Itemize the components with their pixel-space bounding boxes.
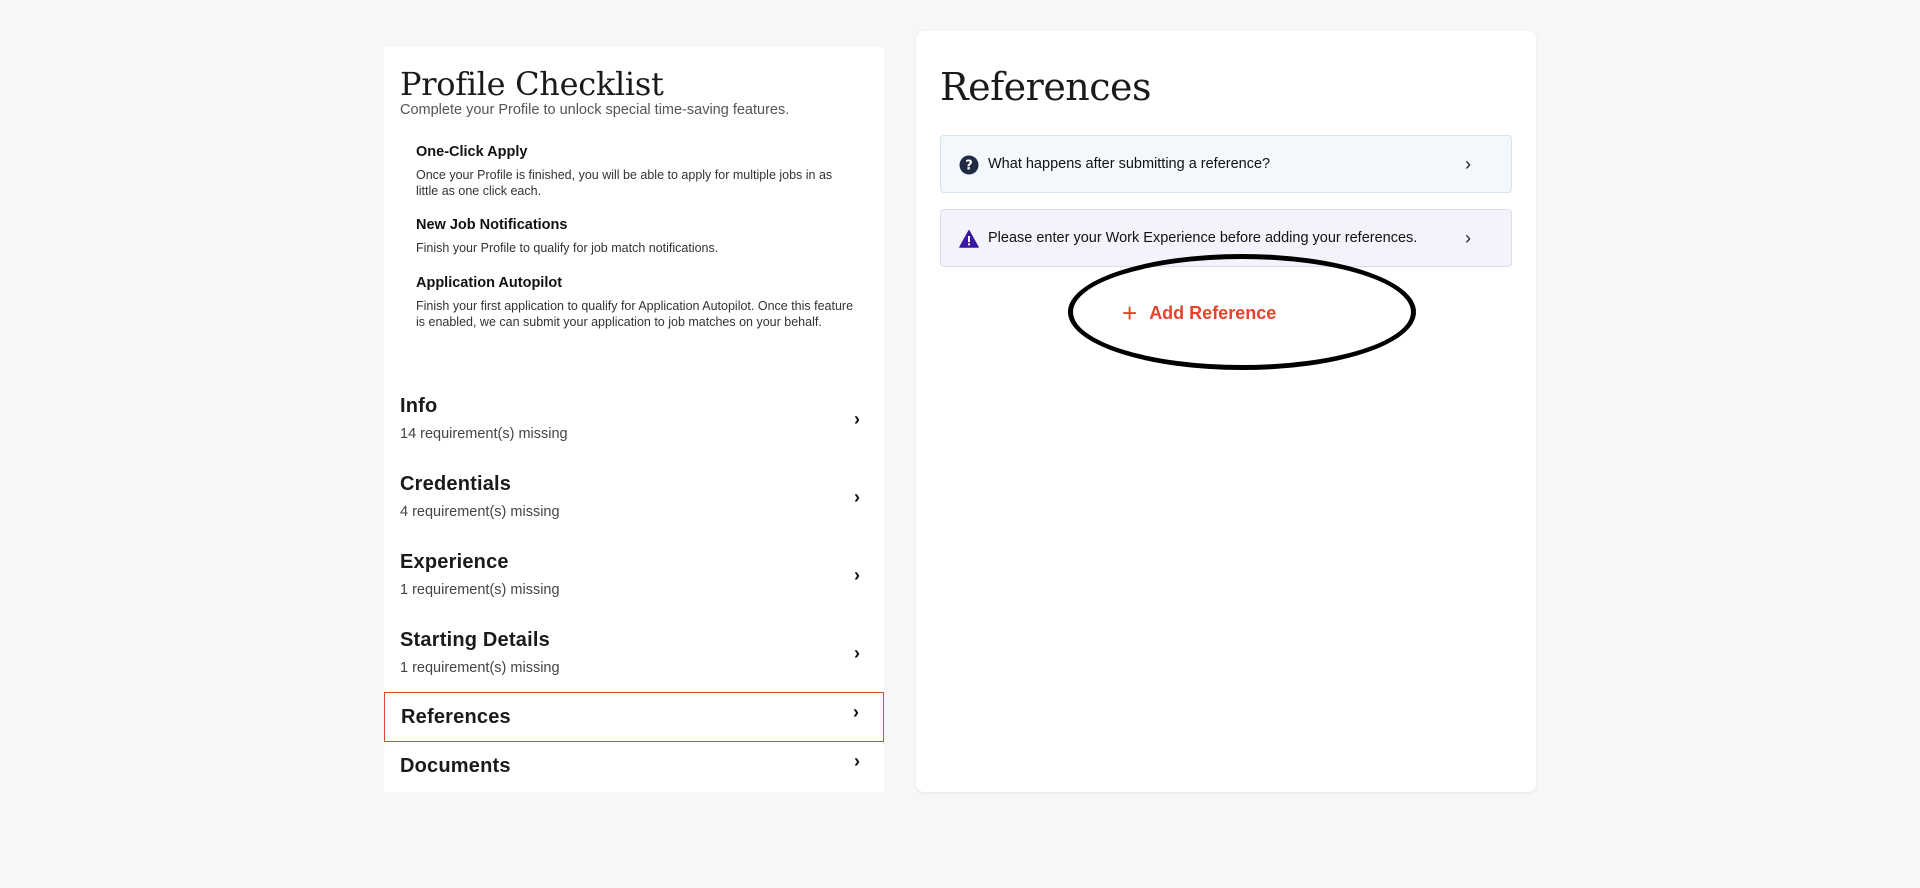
work-experience-warning[interactable]: Please enter your Work Experience before…	[940, 209, 1512, 267]
feature-description: Finish your first application to qualify…	[416, 299, 854, 329]
feature-title: Application Autopilot	[416, 275, 563, 291]
warning-text: Please enter your Work Experience before…	[988, 230, 1418, 246]
question-icon: ?	[959, 155, 979, 175]
section-experience[interactable]: Experience 1 requirement(s) missing ›	[384, 551, 884, 623]
section-status: 14 requirement(s) missing	[400, 426, 568, 442]
feature-description: Once your Profile is finished, you will …	[416, 168, 833, 198]
section-title: Credentials	[400, 473, 512, 495]
page: Profile Checklist Complete your Profile …	[0, 0, 1920, 888]
chevron-right-icon: ›	[1465, 154, 1471, 174]
add-reference-label: Add Reference	[1149, 302, 1277, 323]
chevron-right-icon: ›	[854, 487, 860, 507]
chevron-right-icon: ›	[854, 751, 860, 771]
section-title: Experience	[400, 551, 509, 573]
references-title: References	[940, 65, 1152, 109]
section-starting-details[interactable]: Starting Details 1 requirement(s) missin…	[384, 629, 884, 701]
add-reference-button[interactable]: + Add Reference	[1122, 298, 1322, 328]
feature-one-click-apply: One-Click Apply Once your Profile is fin…	[416, 144, 856, 199]
section-info[interactable]: Info 14 requirement(s) missing ›	[384, 395, 884, 467]
profile-checklist-panel: Profile Checklist Complete your Profile …	[384, 47, 884, 792]
section-references[interactable]: References ›	[384, 692, 884, 742]
feature-application-autopilot: Application Autopilot Finish your first …	[416, 275, 856, 330]
section-title: Starting Details	[400, 629, 550, 651]
section-documents[interactable]: Documents ›	[384, 751, 884, 791]
checklist-subtitle: Complete your Profile to unlock special …	[400, 102, 790, 118]
feature-title: One-Click Apply	[416, 144, 528, 160]
section-title: References	[401, 706, 511, 728]
faq-text: What happens after submitting a referenc…	[988, 156, 1271, 172]
chevron-right-icon: ›	[854, 565, 860, 585]
feature-title: New Job Notifications	[416, 217, 568, 233]
warning-icon	[959, 229, 979, 248]
section-status: 4 requirement(s) missing	[400, 504, 560, 520]
svg-text:?: ?	[965, 159, 973, 174]
chevron-right-icon: ›	[853, 702, 859, 722]
section-title: Info	[400, 395, 438, 417]
chevron-right-icon: ›	[854, 409, 860, 429]
plus-icon: +	[1122, 298, 1138, 328]
chevron-right-icon: ›	[1465, 228, 1471, 248]
faq-accordion[interactable]: ? What happens after submitting a refere…	[940, 135, 1512, 193]
feature-description: Finish your Profile to qualify for job m…	[416, 241, 719, 255]
feature-new-job-notifications: New Job Notifications Finish your Profil…	[416, 217, 856, 257]
chevron-right-icon: ›	[854, 643, 860, 663]
checklist-title: Profile Checklist	[400, 65, 664, 103]
section-status: 1 requirement(s) missing	[400, 660, 560, 676]
section-title: Documents	[400, 755, 511, 777]
references-panel: References ? What happens after submitti…	[916, 31, 1536, 792]
section-credentials[interactable]: Credentials 4 requirement(s) missing ›	[384, 473, 884, 545]
section-status: 1 requirement(s) missing	[400, 582, 560, 598]
